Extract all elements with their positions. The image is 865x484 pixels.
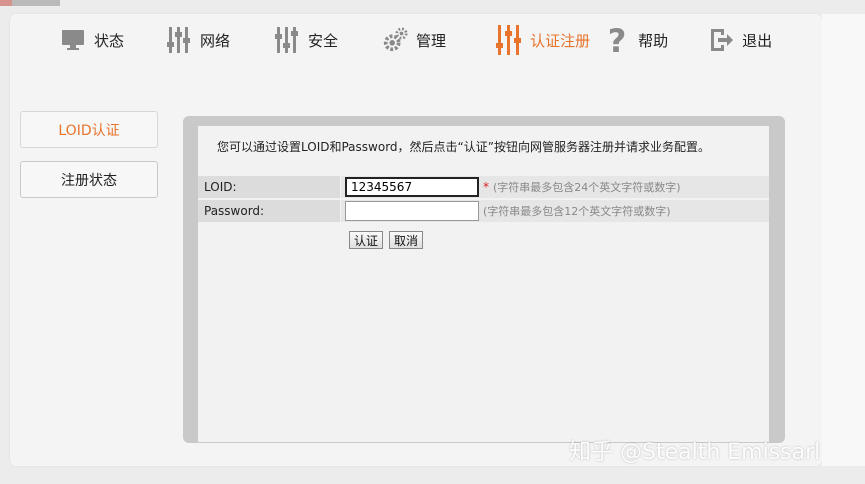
loid-label: LOID: [198, 176, 341, 198]
sliders-icon [274, 26, 300, 54]
nav-label-status: 状态 [94, 31, 125, 50]
nav-label-logout: 退出 [742, 31, 773, 50]
top-nav: 状态 网络 安全 管理 认证注册 ? 帮助 退出 [48, 20, 772, 60]
required-mark: * [483, 180, 489, 194]
nav-label-help: 帮助 [638, 31, 669, 50]
sidebar-item-loid-auth[interactable]: LOID认证 [20, 111, 158, 148]
exit-icon [708, 26, 734, 54]
nav-label-network: 网络 [200, 31, 231, 50]
password-value-cell: (字符串最多包含12个英文字符或数字) [341, 200, 769, 222]
watermark-text: 知乎 @Stealth Emissarl [569, 440, 821, 465]
loid-row: LOID: * (字符串最多包含24个英文字符或数字) [198, 176, 769, 198]
right-side-panel [822, 14, 865, 466]
loid-hint: (字符串最多包含24个英文字符或数字) [493, 181, 681, 194]
nav-label-management: 管理 [416, 31, 447, 50]
question-icon: ? [604, 24, 630, 56]
nav-label-security: 安全 [308, 31, 339, 50]
nav-item-security[interactable]: 安全 [274, 20, 338, 60]
password-row: Password: (字符串最多包含12个英文字符或数字) [198, 200, 769, 222]
password-hint: (字符串最多包含12个英文字符或数字) [483, 205, 671, 218]
sliders-icon [496, 25, 522, 55]
brand-logo-strip [0, 0, 60, 6]
nav-item-auth-register[interactable]: 认证注册 [496, 20, 590, 60]
intro-text: 您可以通过设置LOID和Password，然后点击“认证”按钮向网管服务器注册并… [217, 140, 710, 154]
password-label: Password: [198, 200, 341, 222]
sliders-icon [166, 26, 192, 54]
nav-item-network[interactable]: 网络 [166, 20, 230, 60]
monitor-icon [60, 26, 86, 54]
nav-label-auth-register: 认证注册 [530, 31, 591, 50]
password-input[interactable] [345, 201, 479, 221]
sidebar-item-register-status[interactable]: 注册状态 [20, 161, 158, 198]
loid-value-cell: * (字符串最多包含24个英文字符或数字) [341, 176, 769, 198]
loid-input[interactable] [345, 177, 479, 197]
content-panel [198, 126, 769, 442]
nav-item-status[interactable]: 状态 [60, 20, 124, 60]
cancel-button[interactable]: 取消 [389, 231, 424, 249]
auth-button[interactable]: 认证 [349, 231, 384, 249]
gears-icon [382, 26, 408, 54]
nav-item-logout[interactable]: 退出 [708, 20, 772, 60]
nav-item-help[interactable]: ? 帮助 [604, 20, 668, 60]
nav-item-management[interactable]: 管理 [382, 20, 446, 60]
svg-text:?: ? [608, 24, 627, 56]
